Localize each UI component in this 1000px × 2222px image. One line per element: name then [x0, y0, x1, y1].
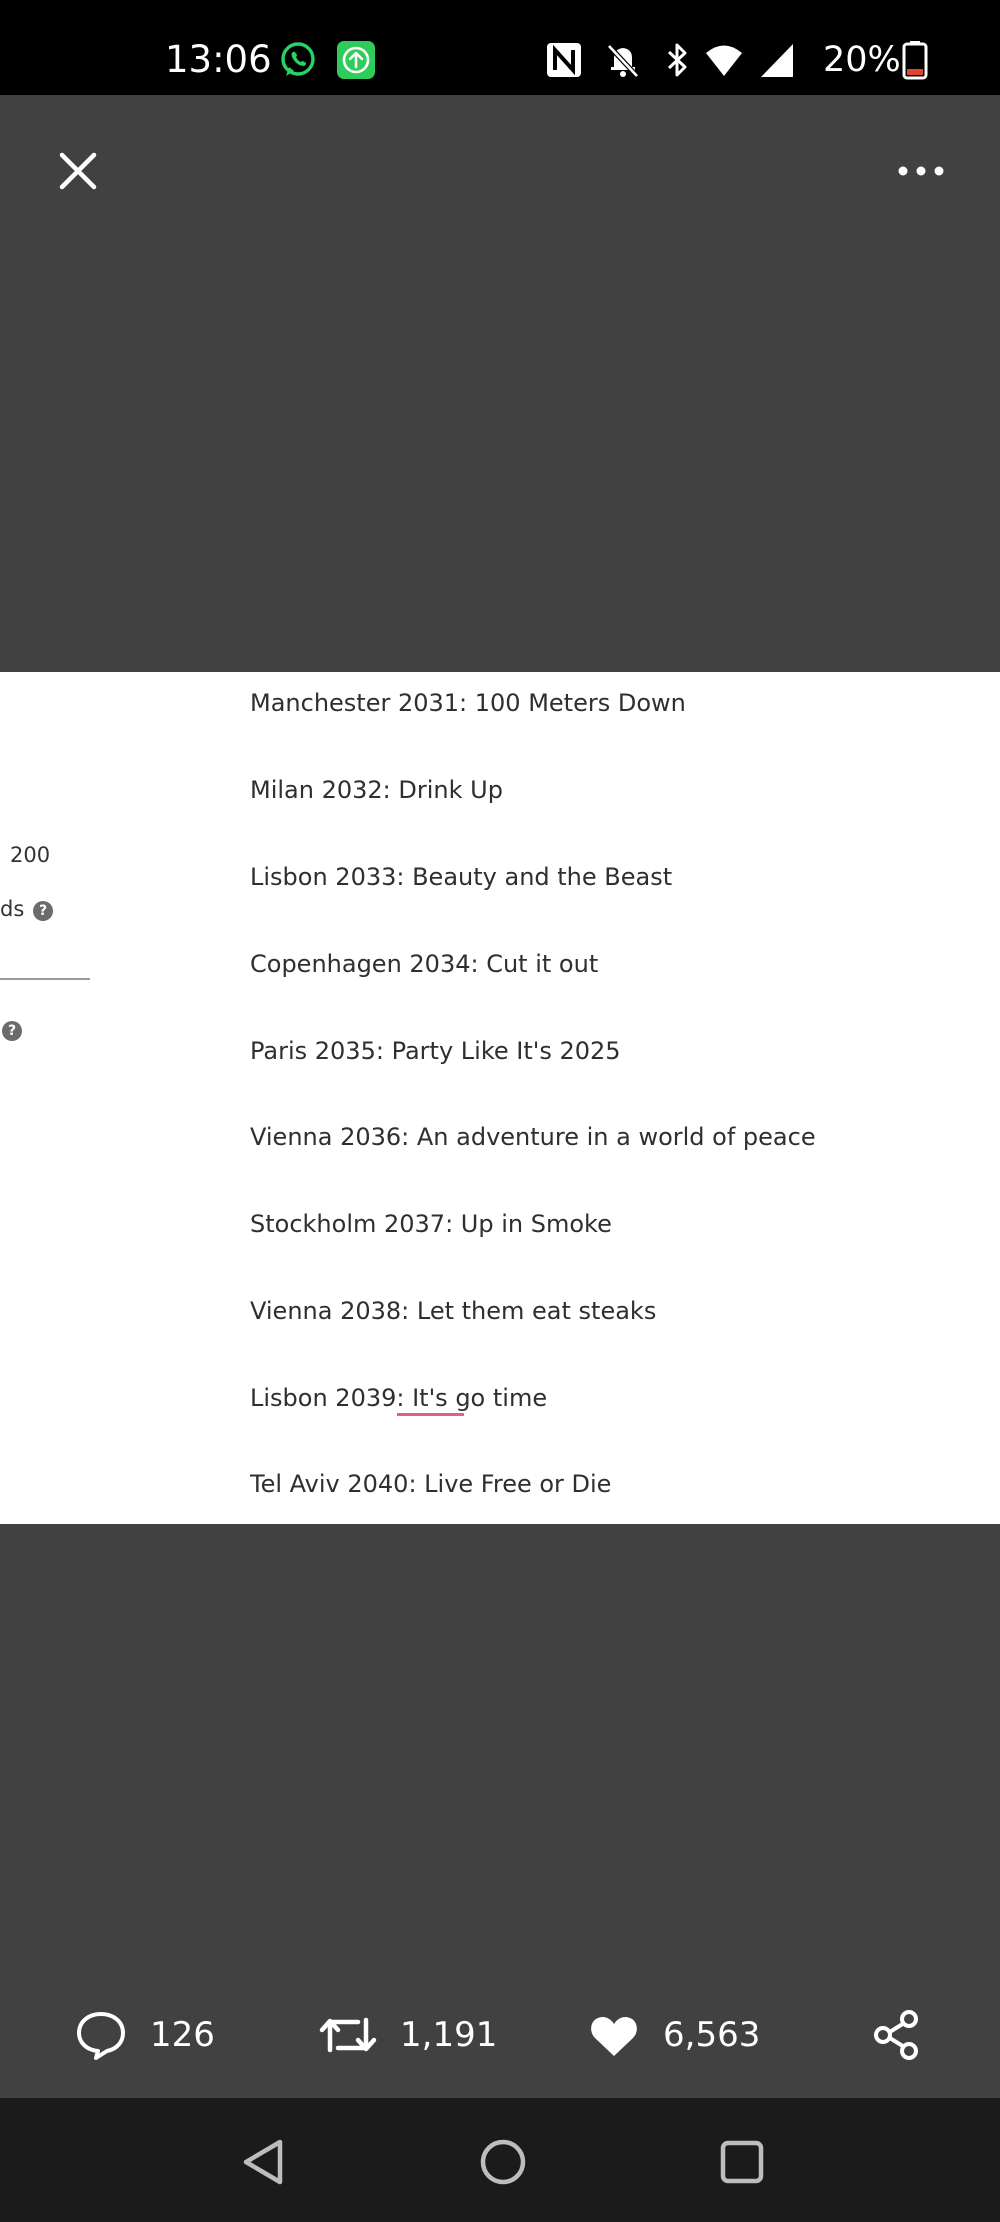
help-icon: ?: [33, 901, 53, 921]
like-count: 6,563: [663, 2015, 761, 2055]
nfc-icon: [547, 43, 581, 77]
heart-icon: [591, 2016, 637, 2056]
help-icon: ?: [2, 1021, 22, 1041]
recents-icon[interactable]: [714, 2134, 770, 2190]
list-item: Lisbon 2039: It's go time: [250, 1384, 548, 1412]
more-icon[interactable]: [893, 151, 949, 191]
status-bar: 13:06 20%: [0, 0, 1000, 95]
list-item: Tel Aviv 2040: Live Free or Die: [250, 1470, 612, 1498]
list-item: Paris 2035: Party Like It's 2025: [250, 1037, 621, 1065]
list-item: Copenhagen 2034: Cut it out: [250, 950, 599, 978]
side-word-fragment: ds: [0, 897, 25, 921]
spellcheck-underline: [397, 1413, 464, 1416]
reply-count: 126: [150, 2015, 215, 2055]
close-icon[interactable]: [52, 145, 104, 197]
retweet-button[interactable]: 1,191: [318, 1990, 497, 2080]
side-number: 200: [10, 843, 51, 867]
list-item: Milan 2032: Drink Up: [250, 776, 503, 804]
list-item: Stockholm 2037: Up in Smoke: [250, 1210, 612, 1238]
media-top-bar: [0, 95, 1000, 250]
reply-button[interactable]: 126: [74, 1990, 215, 2080]
signal-icon: [761, 44, 793, 77]
list-item: Manchester 2031: 100 Meters Down: [250, 689, 686, 717]
back-icon[interactable]: [238, 2134, 294, 2190]
system-nav-bar: [0, 2098, 1000, 2222]
share-icon: [874, 2010, 918, 2060]
tweet-image[interactable]: Manchester 2031: 100 Meters Down Milan 2…: [0, 672, 1000, 1524]
retweet-count: 1,191: [400, 2015, 498, 2055]
like-button[interactable]: 6,563: [587, 1990, 760, 2080]
wifi-icon: [706, 45, 742, 76]
bluetooth-icon: [667, 43, 687, 77]
battery-icon: [902, 41, 928, 80]
tweet-actions: 126 1,191 6,563: [0, 1990, 1000, 2080]
bell-off-icon: [607, 44, 639, 78]
reply-icon: [77, 2012, 125, 2060]
whatsapp-icon: [281, 42, 315, 76]
battery-percent: 20%: [823, 40, 901, 80]
retweet-icon: [319, 2017, 377, 2053]
list-item: Lisbon 2033: Beauty and the Beast: [250, 863, 673, 891]
home-icon[interactable]: [475, 2134, 531, 2190]
status-time: 13:06: [165, 38, 272, 81]
list-item: Vienna 2038: Let them eat steaks: [250, 1297, 657, 1325]
upload-icon: [337, 41, 375, 79]
list-item: Vienna 2036: An adventure in a world of …: [250, 1123, 816, 1151]
side-divider: [0, 978, 90, 980]
share-button[interactable]: [870, 1990, 924, 2080]
